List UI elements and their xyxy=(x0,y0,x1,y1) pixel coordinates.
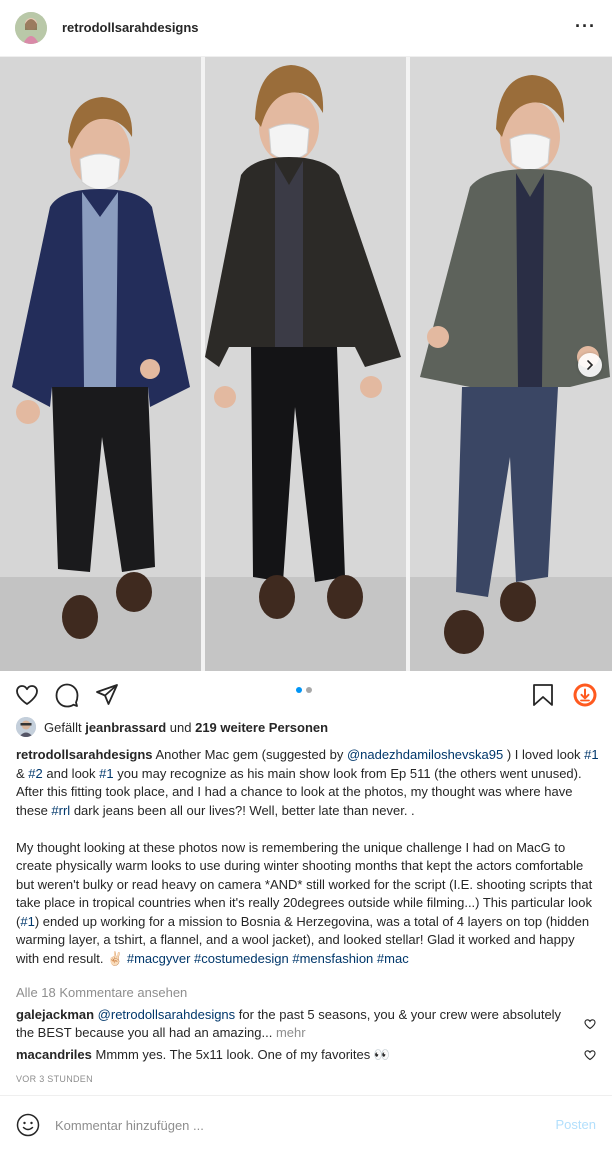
caption-hashtag[interactable]: #mac xyxy=(377,951,409,966)
view-all-comments-link[interactable]: Alle 18 Kommentare ansehen xyxy=(16,985,187,1000)
comment-username[interactable]: macandriles xyxy=(16,1047,92,1062)
caption-mention[interactable]: @nadezhdamiloshevska95 xyxy=(347,747,503,762)
comment-icon[interactable] xyxy=(54,682,80,708)
post-comment-button[interactable]: Posten xyxy=(556,1117,596,1132)
caption-text: and look xyxy=(42,765,100,781)
caption-hashtag[interactable]: #costumedesign xyxy=(194,951,289,966)
share-icon[interactable] xyxy=(94,682,120,708)
caption-text: & xyxy=(16,765,29,781)
likes-others-count[interactable]: 219 weitere Personen xyxy=(195,720,328,735)
liker-username[interactable]: jeanbrassard xyxy=(85,720,166,735)
comment-like-heart-icon[interactable] xyxy=(584,1049,596,1061)
heart-icon[interactable] xyxy=(14,682,40,708)
caption-text: Another Mac gem (suggested by xyxy=(152,747,347,762)
likes-conjunction: und xyxy=(169,719,192,735)
liker-avatar[interactable] xyxy=(16,717,36,737)
comment-input[interactable] xyxy=(55,1113,525,1137)
caption-hashtag[interactable]: #1 xyxy=(20,914,34,929)
smiley-icon[interactable] xyxy=(16,1113,40,1137)
post-image-carousel[interactable] xyxy=(0,57,612,671)
chevron-right-icon xyxy=(587,360,594,370)
caption-hashtag[interactable]: #macgyver xyxy=(127,951,191,966)
likes-prefix: Gefällt xyxy=(44,719,82,735)
post-caption: retrodollsarahdesigns Another Mac gem (s… xyxy=(16,746,600,968)
bookmark-icon[interactable] xyxy=(530,682,556,708)
caption-hashtag[interactable]: #1 xyxy=(584,747,598,762)
likes-summary: Gefällt jeanbrassard und 219 weitere Per… xyxy=(16,717,328,737)
comment-item: galejackman @retrodollsarahdesigns for t… xyxy=(16,1006,576,1042)
post-timestamp[interactable]: VOR 3 STUNDEN xyxy=(16,1074,93,1084)
comment-like-heart-icon[interactable] xyxy=(584,1018,596,1030)
post-header: retrodollsarahdesigns ··· xyxy=(0,0,612,57)
outfit-photo-2 xyxy=(205,57,406,671)
outfit-photo-1 xyxy=(0,57,201,671)
carousel-dot-active xyxy=(296,687,302,693)
caption-hashtag[interactable]: #mensfashion xyxy=(292,951,373,966)
caption-text: ) I loved look xyxy=(503,747,585,762)
comment-more-link[interactable]: mehr xyxy=(276,1025,306,1040)
post-action-bar xyxy=(0,672,612,718)
post-username[interactable]: retrodollsarahdesigns xyxy=(62,20,199,35)
caption-hashtag[interactable]: #2 xyxy=(28,766,42,781)
caption-hashtag[interactable]: #1 xyxy=(99,766,113,781)
carousel-indicator xyxy=(296,687,312,693)
comment-mention[interactable]: @retrodollsarahdesigns xyxy=(98,1007,236,1022)
comment-item: macandriles Mmmm yes. The 5x11 look. One… xyxy=(16,1046,576,1064)
more-horizontal-icon[interactable]: ··· xyxy=(575,17,596,35)
comment-text: Mmmm yes. The 5x11 look. One of my favor… xyxy=(91,1047,391,1062)
add-comment-bar: Posten xyxy=(0,1095,612,1149)
caption-hashtag[interactable]: #rrl xyxy=(51,803,70,818)
carousel-next-button[interactable] xyxy=(578,353,602,377)
carousel-dot xyxy=(306,687,312,693)
caption-text: dark jeans been all our lives?! Well, be… xyxy=(70,802,415,818)
profile-avatar[interactable] xyxy=(15,12,47,44)
comment-username[interactable]: galejackman xyxy=(16,1007,94,1022)
download-icon[interactable] xyxy=(572,682,598,708)
caption-username[interactable]: retrodollsarahdesigns xyxy=(16,747,153,762)
